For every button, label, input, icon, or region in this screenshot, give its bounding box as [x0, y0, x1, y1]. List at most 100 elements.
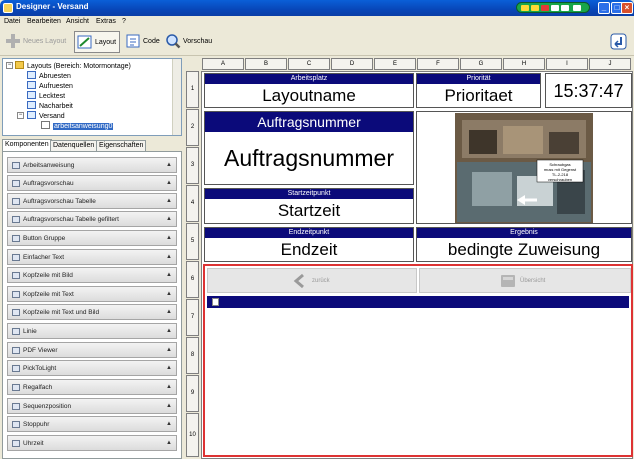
widget-value: Startzeit	[277, 201, 341, 220]
tab-datenquellen[interactable]: Datenquellen	[50, 140, 98, 151]
chevron-up-icon: ▲	[166, 291, 172, 297]
component-picktolight[interactable]: PickToLight ▲	[7, 360, 177, 376]
tab-komponenten[interactable]: Komponenten	[2, 139, 52, 151]
column-header[interactable]: A	[202, 58, 244, 70]
row-header[interactable]: 1	[186, 71, 199, 108]
widget-auftragsnummer[interactable]: Auftragsnummer Auftragsnummer	[204, 111, 414, 185]
component-button-gruppe[interactable]: Button Gruppe ▲	[7, 230, 177, 246]
minimize-button[interactable]: _	[598, 2, 610, 14]
exit-icon[interactable]	[610, 33, 627, 50]
layout-file-icon	[27, 111, 36, 119]
tree-item-lecktest[interactable]: Lecktest	[27, 91, 65, 101]
document-icon	[212, 298, 219, 306]
tree-item-aufruesten[interactable]: Aufruesten	[27, 81, 73, 91]
column-header[interactable]: E	[374, 58, 416, 70]
layout-canvas[interactable]: Arbeitsplatz Layoutname Priorität Priori…	[201, 71, 633, 459]
work-instruction-image[interactable]: Schraubgas muss mit Gegenst TL-2-218 ver…	[416, 111, 632, 224]
menu-bearbeiten[interactable]: Bearbeiten	[27, 18, 61, 25]
selected-region[interactable]: zurück Übersicht	[203, 264, 633, 457]
component-icon	[12, 440, 20, 447]
column-header[interactable]: J	[589, 58, 631, 70]
preview-button[interactable]: Vorschau	[163, 31, 219, 53]
menu-help[interactable]: ?	[122, 18, 126, 25]
menu-extras[interactable]: Extras	[96, 18, 116, 25]
column-header[interactable]: G	[460, 58, 502, 70]
tree-item-nacharbeit[interactable]: Nacharbeit	[27, 101, 73, 111]
component-auftragsvorschau[interactable]: Auftragsvorschau ▲	[7, 175, 177, 191]
widget-value: Prioritaet	[444, 86, 513, 105]
column-header[interactable]: D	[331, 58, 373, 70]
widget-startzeit[interactable]: Startzeitpunkt Startzeit	[204, 188, 414, 224]
chevron-left-icon	[293, 273, 304, 289]
tree-item-abruesten[interactable]: Abruesten	[27, 71, 71, 81]
component-icon	[12, 347, 20, 354]
close-button[interactable]: ×	[621, 2, 633, 14]
widget-value: Auftragsnummer	[223, 145, 394, 171]
component-icon	[12, 421, 20, 428]
row-header[interactable]: 8	[186, 337, 199, 374]
component-icon	[12, 162, 20, 169]
layout-file-icon	[27, 91, 36, 99]
widget-endzeit[interactable]: Endzeitpunkt Endzeit	[204, 227, 414, 262]
tree-item-versand[interactable]: Versand	[27, 111, 65, 121]
row-header[interactable]: 6	[186, 261, 199, 298]
tab-eigenschaften[interactable]: Eigenschaften	[96, 140, 147, 151]
tree-root[interactable]: Layouts (Bereich: Motormontage)	[15, 61, 131, 71]
overview-button[interactable]: Übersicht	[419, 268, 631, 293]
chevron-up-icon: ▲	[166, 440, 172, 446]
column-header[interactable]: I	[546, 58, 588, 70]
column-header[interactable]: B	[245, 58, 287, 70]
menu-bar: Datei Bearbeiten Ansicht Extras ?	[0, 16, 634, 28]
layout-button[interactable]: Layout	[74, 31, 120, 53]
widget-uhrzeit[interactable]: 15:37:47	[545, 73, 632, 108]
component-kopfzeile-mit-text[interactable]: Kopfzeile mit Text ▲	[7, 286, 177, 302]
magnifier-icon	[166, 34, 181, 49]
component-icon	[12, 291, 20, 298]
tree-collapse-versand[interactable]: −	[17, 112, 24, 119]
tree-item-arbeitsanweisung0[interactable]: arbeitsanweisung0	[41, 121, 114, 131]
tree-scrollbar[interactable]	[172, 59, 181, 135]
component-sequenzposition[interactable]: Sequenzposition ▲	[7, 398, 177, 414]
layout-file-icon	[27, 71, 36, 79]
menu-datei[interactable]: Datei	[4, 18, 20, 25]
menu-ansicht[interactable]: Ansicht	[66, 18, 89, 25]
component-einfacher-text[interactable]: Einfacher Text ▲	[7, 249, 177, 265]
column-header[interactable]: C	[288, 58, 330, 70]
component-uhrzeit[interactable]: Uhrzeit ▲	[7, 435, 177, 451]
widget-header: Endzeitpunkt	[205, 228, 413, 238]
component-stoppuhr[interactable]: Stoppuhr ▲	[7, 416, 177, 432]
component-pdf-viewer[interactable]: PDF Viewer ▲	[7, 342, 177, 358]
component-icon	[12, 272, 20, 279]
component-kopfzeile-mit-text-und-bild[interactable]: Kopfzeile mit Text und Bild ▲	[7, 304, 177, 320]
row-header[interactable]: 5	[186, 223, 199, 260]
column-header[interactable]: F	[417, 58, 459, 70]
new-layout-button[interactable]: Neues Layout	[3, 31, 69, 53]
widget-prioritaet[interactable]: Priorität Prioritaet	[416, 73, 541, 108]
component-kopfzeile-mit-bild[interactable]: Kopfzeile mit Bild ▲	[7, 267, 177, 283]
component-auftragsvorschau-tabelle-gefiltert[interactable]: Auftragsvorschau Tabelle gefiltert ▲	[7, 211, 177, 227]
widget-header: Arbeitsplatz	[205, 74, 413, 84]
widget-header: Auftragsnummer	[205, 112, 413, 132]
column-header[interactable]: H	[503, 58, 545, 70]
row-header[interactable]: 2	[186, 109, 199, 146]
tree-collapse-root[interactable]: −	[6, 62, 13, 69]
component-linie[interactable]: Linie ▲	[7, 323, 177, 339]
component-arbeitsanweisung[interactable]: Arbeitsanweisung ▲	[7, 157, 177, 173]
chevron-up-icon: ▲	[166, 421, 172, 427]
overview-icon	[501, 275, 515, 287]
row-header[interactable]: 9	[186, 375, 199, 412]
row-header[interactable]: 10	[186, 413, 199, 457]
component-regalfach[interactable]: Regalfach ▲	[7, 379, 177, 395]
chevron-up-icon: ▲	[166, 328, 172, 334]
row-header[interactable]: 4	[186, 185, 199, 222]
widget-arbeitsplatz[interactable]: Arbeitsplatz Layoutname	[204, 73, 414, 108]
layout-tree[interactable]: − Layouts (Bereich: Motormontage) Abrues…	[2, 58, 182, 136]
code-button[interactable]: Code	[123, 31, 163, 53]
row-header[interactable]: 3	[186, 147, 199, 184]
component-auftragsvorschau-tabelle[interactable]: Auftragsvorschau Tabelle ▲	[7, 193, 177, 209]
back-button[interactable]: zurück	[207, 268, 417, 293]
row-header[interactable]: 7	[186, 299, 199, 336]
widget-ergebnis[interactable]: Ergebnis bedingte Zuweisung	[416, 227, 632, 262]
panel-tabs: Komponenten Datenquellen Eigenschaften	[2, 139, 182, 151]
page-icon	[41, 121, 50, 129]
